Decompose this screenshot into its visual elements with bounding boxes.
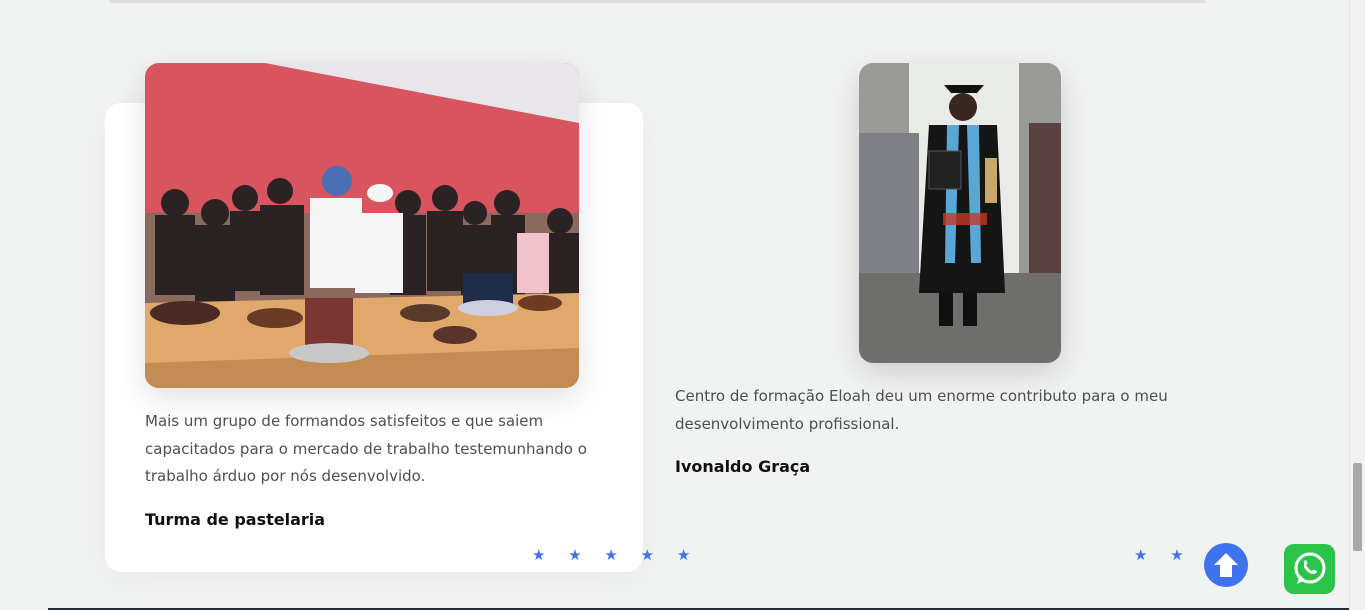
- testimonial-photo: [859, 63, 1061, 363]
- scroll-to-top-button[interactable]: [1204, 543, 1248, 587]
- testimonial-author: Ivonaldo Graça: [675, 457, 811, 476]
- whatsapp-icon: [1294, 552, 1325, 584]
- arrow-up-icon: [1214, 553, 1238, 577]
- rating-stars: ★ ★ ★ ★ ★: [532, 546, 700, 564]
- testimonial-text: Mais um grupo de formandos satisfeitos e…: [145, 412, 587, 485]
- testimonial-photo: [145, 63, 579, 388]
- whatsapp-button[interactable]: [1284, 544, 1335, 594]
- top-divider: [110, 0, 1205, 3]
- page-scrollbar[interactable]: [1349, 0, 1365, 610]
- testimonial-author: Turma de pastelaria: [145, 510, 326, 529]
- scrollbar-thumb[interactable]: [1353, 463, 1362, 551]
- testimonial-text: Centro de formação Eloah deu um enorme c…: [675, 387, 1168, 433]
